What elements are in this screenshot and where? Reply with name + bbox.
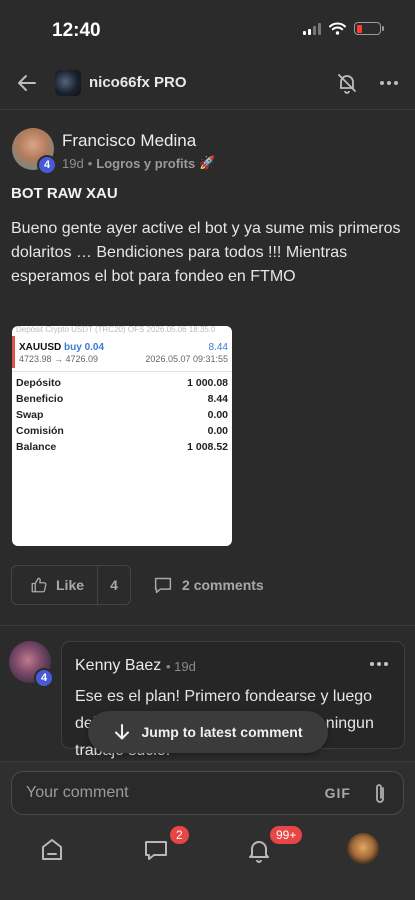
author-level-badge: 4 [37, 155, 57, 175]
image-summary-row: Swap 0.00 [16, 409, 228, 421]
comment-age: • 19d [166, 659, 196, 674]
post-meta: 19d • Logros y profits 🚀 [62, 155, 215, 171]
image-direction: buy 0.04 [64, 342, 105, 353]
notifications-muted-icon[interactable] [335, 71, 359, 95]
arrow-down-icon [115, 724, 130, 740]
comment-input[interactable]: Your comment GIF [11, 771, 404, 815]
signal-icon [303, 22, 321, 35]
image-summary-row: Balance 1 008.52 [16, 441, 228, 453]
like-group: Like 4 [11, 565, 132, 605]
rocket-icon: 🚀 [199, 155, 216, 170]
chat-badge: 2 [168, 824, 191, 846]
comments-label: 2 comments [182, 577, 264, 593]
like-button[interactable]: Like [12, 566, 99, 604]
group-title[interactable]: nico66fx PRO [89, 74, 187, 91]
more-options-icon[interactable] [377, 71, 401, 95]
status-time: 12:40 [52, 20, 101, 41]
comment-more-icon[interactable] [368, 654, 390, 674]
image-summary-row: Comisión 0.00 [16, 425, 228, 437]
post-body: Bueno gente ayer active el bot y ya sume… [11, 220, 401, 285]
meta-separator: • [87, 155, 93, 171]
status-bar: 12:40 [0, 0, 415, 58]
image-profit: 8.44 [208, 342, 228, 353]
image-datetime: 2026.05.07 09:31:55 [145, 354, 228, 364]
comments-button[interactable]: 2 comments [153, 576, 264, 594]
comment-input-placeholder: Your comment [26, 784, 129, 801]
battery-icon [354, 22, 384, 35]
image-prices: 4723.98 → 4726.09 [19, 354, 99, 364]
section-divider [0, 625, 415, 626]
group-avatar[interactable] [55, 70, 81, 96]
jump-to-latest-button[interactable]: Jump to latest comment [88, 711, 328, 753]
app-header: nico66fx PRO [0, 58, 415, 110]
image-summary-table: Depósito 1 000.08 Beneficio 8.44 Swap 0.00 … [12, 372, 232, 455]
chat-icon[interactable] [142, 836, 170, 864]
post-title: BOT RAW XAU [11, 185, 118, 202]
jump-label: Jump to latest comment [141, 724, 303, 740]
comment-bubble-icon [154, 577, 172, 594]
post-age: 19d [62, 155, 84, 171]
image-summary-row: Beneficio 8.44 [16, 393, 228, 405]
image-trade-row: XAUUSD buy 0.04 8.44 [12, 336, 232, 353]
image-top-strip: Depósit Crypto USDT (TRC20) OFS 2026.05.… [16, 326, 216, 334]
notifications-badge: 99+ [268, 824, 305, 846]
home-icon[interactable] [38, 836, 66, 864]
profile-avatar[interactable] [347, 833, 379, 865]
paperclip-icon[interactable] [369, 782, 391, 806]
image-price-row: 4723.98 → 4726.09 2026.05.07 09:31:55 [12, 353, 232, 368]
gif-button[interactable]: GIF [325, 785, 351, 801]
post-image[interactable]: Depósit Crypto USDT (TRC20) OFS 2026.05.… [12, 326, 232, 546]
thumbs-up-icon [31, 577, 47, 593]
author-name[interactable]: Francisco Medina [62, 131, 196, 151]
bottom-area: Your comment GIF 2 99+ [0, 761, 415, 900]
back-arrow-icon[interactable] [14, 70, 40, 96]
like-count[interactable]: 4 [98, 566, 130, 604]
post-category[interactable]: Logros y profits [96, 156, 195, 171]
status-icons [303, 22, 384, 35]
image-summary-row: Depósito 1 000.08 [16, 377, 228, 389]
wifi-icon [329, 22, 346, 35]
image-symbol: XAUUSD [19, 342, 62, 353]
comment-author[interactable]: Kenny Baez [75, 657, 161, 675]
commenter-level-badge: 4 [34, 668, 54, 688]
post-action-bar: Like 4 2 comments [11, 565, 264, 605]
like-label: Like [56, 577, 85, 593]
